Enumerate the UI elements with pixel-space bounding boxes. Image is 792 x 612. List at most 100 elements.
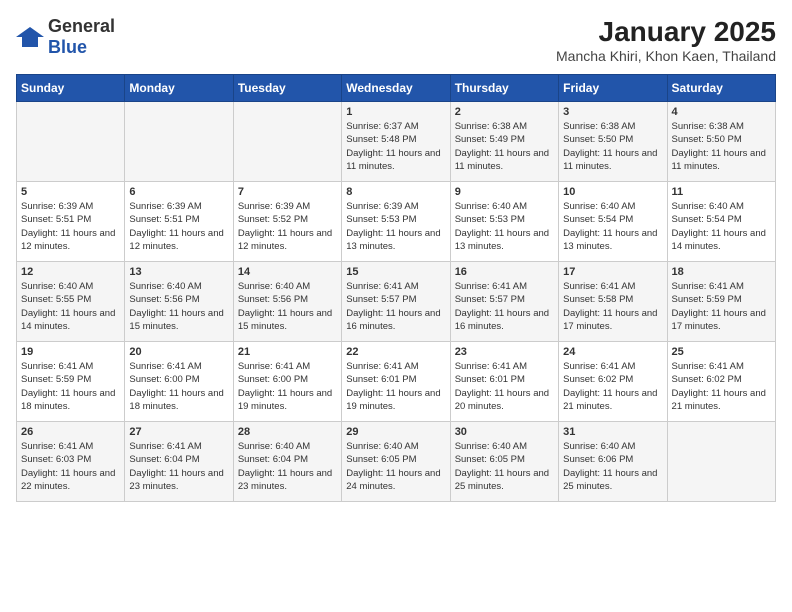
- weekday-header-row: SundayMondayTuesdayWednesdayThursdayFrid…: [17, 75, 776, 102]
- calendar-title: January 2025: [556, 16, 776, 48]
- day-number: 1: [346, 106, 445, 118]
- calendar-cell: 9 Sunrise: 6:40 AMSunset: 5:53 PMDaylight…: [450, 182, 558, 262]
- calendar-cell: 12Sunrise: 6:40 AMSunset: 5:55 PMDayligh…: [17, 262, 125, 342]
- calendar-cell: 8 Sunrise: 6:39 AMSunset: 5:53 PMDaylight…: [342, 182, 450, 262]
- week-row-1: 1 Sunrise: 6:37 AMSunset: 5:48 PMDaylight…: [17, 102, 776, 182]
- day-number: 14: [238, 266, 337, 278]
- day-info: Sunrise: 6:41 AMSunset: 6:01 PMDaylight:…: [346, 360, 445, 413]
- day-info: Sunrise: 6:40 AMSunset: 5:54 PMDaylight:…: [563, 200, 662, 253]
- weekday-header-monday: Monday: [125, 75, 233, 102]
- weekday-header-wednesday: Wednesday: [342, 75, 450, 102]
- day-info: Sunrise: 6:39 AMSunset: 5:53 PMDaylight:…: [346, 200, 445, 253]
- day-number: 9: [455, 186, 554, 198]
- calendar-cell: 27 Sunrise: 6:41 AMSunset: 6:04 PMDayligh…: [125, 422, 233, 502]
- logo: General Blue: [16, 16, 115, 58]
- day-number: 18: [672, 266, 771, 278]
- calendar-cell: 23Sunrise: 6:41 AMSunset: 6:01 PMDayligh…: [450, 342, 558, 422]
- day-number: 15: [346, 266, 445, 278]
- day-info: Sunrise: 6:40 AMSunset: 6:04 PMDaylight:…: [238, 440, 337, 493]
- day-number: 13: [129, 266, 228, 278]
- day-number: 31: [563, 426, 662, 438]
- day-info: Sunrise: 6:41 AMSunset: 6:03 PMDaylight:…: [21, 440, 120, 493]
- day-info: Sunrise: 6:41 AMSunset: 5:57 PMDaylight:…: [455, 280, 554, 333]
- weekday-header-saturday: Saturday: [667, 75, 775, 102]
- calendar-cell: 21 Sunrise: 6:41 AMSunset: 6:00 PMDayligh…: [233, 342, 341, 422]
- day-info: Sunrise: 6:38 AMSunset: 5:49 PMDaylight:…: [455, 120, 554, 173]
- calendar-cell: 20 Sunrise: 6:41 AMSunset: 6:00 PMDayligh…: [125, 342, 233, 422]
- page-header: General Blue January 2025 Mancha Khiri, …: [16, 16, 776, 64]
- week-row-4: 19Sunrise: 6:41 AMSunset: 5:59 PMDayligh…: [17, 342, 776, 422]
- week-row-2: 5Sunrise: 6:39 AMSunset: 5:51 PMDaylight…: [17, 182, 776, 262]
- day-number: 22: [346, 346, 445, 358]
- day-info: Sunrise: 6:40 AMSunset: 5:54 PMDaylight:…: [672, 200, 771, 253]
- weekday-header-tuesday: Tuesday: [233, 75, 341, 102]
- calendar-table: SundayMondayTuesdayWednesdayThursdayFrid…: [16, 74, 776, 502]
- day-info: Sunrise: 6:41 AMSunset: 6:00 PMDaylight:…: [238, 360, 337, 413]
- day-info: Sunrise: 6:39 AMSunset: 5:51 PMDaylight:…: [21, 200, 120, 253]
- day-info: Sunrise: 6:41 AMSunset: 6:02 PMDaylight:…: [563, 360, 662, 413]
- day-info: Sunrise: 6:41 AMSunset: 6:04 PMDaylight:…: [129, 440, 228, 493]
- day-info: Sunrise: 6:40 AMSunset: 5:53 PMDaylight:…: [455, 200, 554, 253]
- calendar-cell: 10 Sunrise: 6:40 AMSunset: 5:54 PMDayligh…: [559, 182, 667, 262]
- day-number: 26: [21, 426, 120, 438]
- calendar-cell: 14Sunrise: 6:40 AMSunset: 5:56 PMDayligh…: [233, 262, 341, 342]
- weekday-header-friday: Friday: [559, 75, 667, 102]
- day-info: Sunrise: 6:40 AMSunset: 6:06 PMDaylight:…: [563, 440, 662, 493]
- logo-icon: [16, 27, 44, 47]
- day-number: 24: [563, 346, 662, 358]
- calendar-cell: 5Sunrise: 6:39 AMSunset: 5:51 PMDaylight…: [17, 182, 125, 262]
- day-number: 8: [346, 186, 445, 198]
- calendar-cell: 15Sunrise: 6:41 AMSunset: 5:57 PMDayligh…: [342, 262, 450, 342]
- calendar-cell: 7 Sunrise: 6:39 AMSunset: 5:52 PMDaylight…: [233, 182, 341, 262]
- day-number: 16: [455, 266, 554, 278]
- day-info: Sunrise: 6:41 AMSunset: 6:00 PMDaylight:…: [129, 360, 228, 413]
- day-info: Sunrise: 6:39 AMSunset: 5:52 PMDaylight:…: [238, 200, 337, 253]
- calendar-cell: [17, 102, 125, 182]
- day-number: 30: [455, 426, 554, 438]
- day-info: Sunrise: 6:38 AMSunset: 5:50 PMDaylight:…: [672, 120, 771, 173]
- title-block: January 2025 Mancha Khiri, Khon Kaen, Th…: [556, 16, 776, 64]
- calendar-cell: 31 Sunrise: 6:40 AMSunset: 6:06 PMDayligh…: [559, 422, 667, 502]
- calendar-cell: 4 Sunrise: 6:38 AMSunset: 5:50 PMDaylight…: [667, 102, 775, 182]
- calendar-cell: 18Sunrise: 6:41 AMSunset: 5:59 PMDayligh…: [667, 262, 775, 342]
- calendar-cell: [667, 422, 775, 502]
- day-number: 11: [672, 186, 771, 198]
- day-number: 27: [129, 426, 228, 438]
- logo-general: General: [48, 16, 115, 36]
- calendar-cell: 11 Sunrise: 6:40 AMSunset: 5:54 PMDayligh…: [667, 182, 775, 262]
- logo-blue: Blue: [48, 37, 87, 57]
- calendar-cell: 1 Sunrise: 6:37 AMSunset: 5:48 PMDaylight…: [342, 102, 450, 182]
- day-number: 2: [455, 106, 554, 118]
- day-info: Sunrise: 6:39 AMSunset: 5:51 PMDaylight:…: [129, 200, 228, 253]
- calendar-cell: 28 Sunrise: 6:40 AMSunset: 6:04 PMDayligh…: [233, 422, 341, 502]
- calendar-cell: 25Sunrise: 6:41 AMSunset: 6:02 PMDayligh…: [667, 342, 775, 422]
- day-number: 28: [238, 426, 337, 438]
- day-info: Sunrise: 6:40 AMSunset: 5:56 PMDaylight:…: [129, 280, 228, 333]
- weekday-header-thursday: Thursday: [450, 75, 558, 102]
- day-number: 3: [563, 106, 662, 118]
- day-info: Sunrise: 6:41 AMSunset: 6:02 PMDaylight:…: [672, 360, 771, 413]
- calendar-cell: 24 Sunrise: 6:41 AMSunset: 6:02 PMDayligh…: [559, 342, 667, 422]
- calendar-cell: 19Sunrise: 6:41 AMSunset: 5:59 PMDayligh…: [17, 342, 125, 422]
- day-number: 10: [563, 186, 662, 198]
- calendar-cell: 13 Sunrise: 6:40 AMSunset: 5:56 PMDayligh…: [125, 262, 233, 342]
- day-info: Sunrise: 6:41 AMSunset: 5:59 PMDaylight:…: [21, 360, 120, 413]
- day-number: 29: [346, 426, 445, 438]
- day-number: 4: [672, 106, 771, 118]
- calendar-cell: 16 Sunrise: 6:41 AMSunset: 5:57 PMDayligh…: [450, 262, 558, 342]
- day-info: Sunrise: 6:37 AMSunset: 5:48 PMDaylight:…: [346, 120, 445, 173]
- day-info: Sunrise: 6:40 AMSunset: 6:05 PMDaylight:…: [346, 440, 445, 493]
- calendar-cell: 17Sunrise: 6:41 AMSunset: 5:58 PMDayligh…: [559, 262, 667, 342]
- day-number: 7: [238, 186, 337, 198]
- day-info: Sunrise: 6:40 AMSunset: 6:05 PMDaylight:…: [455, 440, 554, 493]
- day-number: 6: [129, 186, 228, 198]
- day-number: 20: [129, 346, 228, 358]
- calendar-cell: 22 Sunrise: 6:41 AMSunset: 6:01 PMDayligh…: [342, 342, 450, 422]
- calendar-cell: 6 Sunrise: 6:39 AMSunset: 5:51 PMDaylight…: [125, 182, 233, 262]
- calendar-cell: 3Sunrise: 6:38 AMSunset: 5:50 PMDaylight…: [559, 102, 667, 182]
- calendar-cell: 2 Sunrise: 6:38 AMSunset: 5:49 PMDaylight…: [450, 102, 558, 182]
- day-number: 21: [238, 346, 337, 358]
- week-row-5: 26 Sunrise: 6:41 AMSunset: 6:03 PMDayligh…: [17, 422, 776, 502]
- day-info: Sunrise: 6:41 AMSunset: 6:01 PMDaylight:…: [455, 360, 554, 413]
- calendar-cell: [125, 102, 233, 182]
